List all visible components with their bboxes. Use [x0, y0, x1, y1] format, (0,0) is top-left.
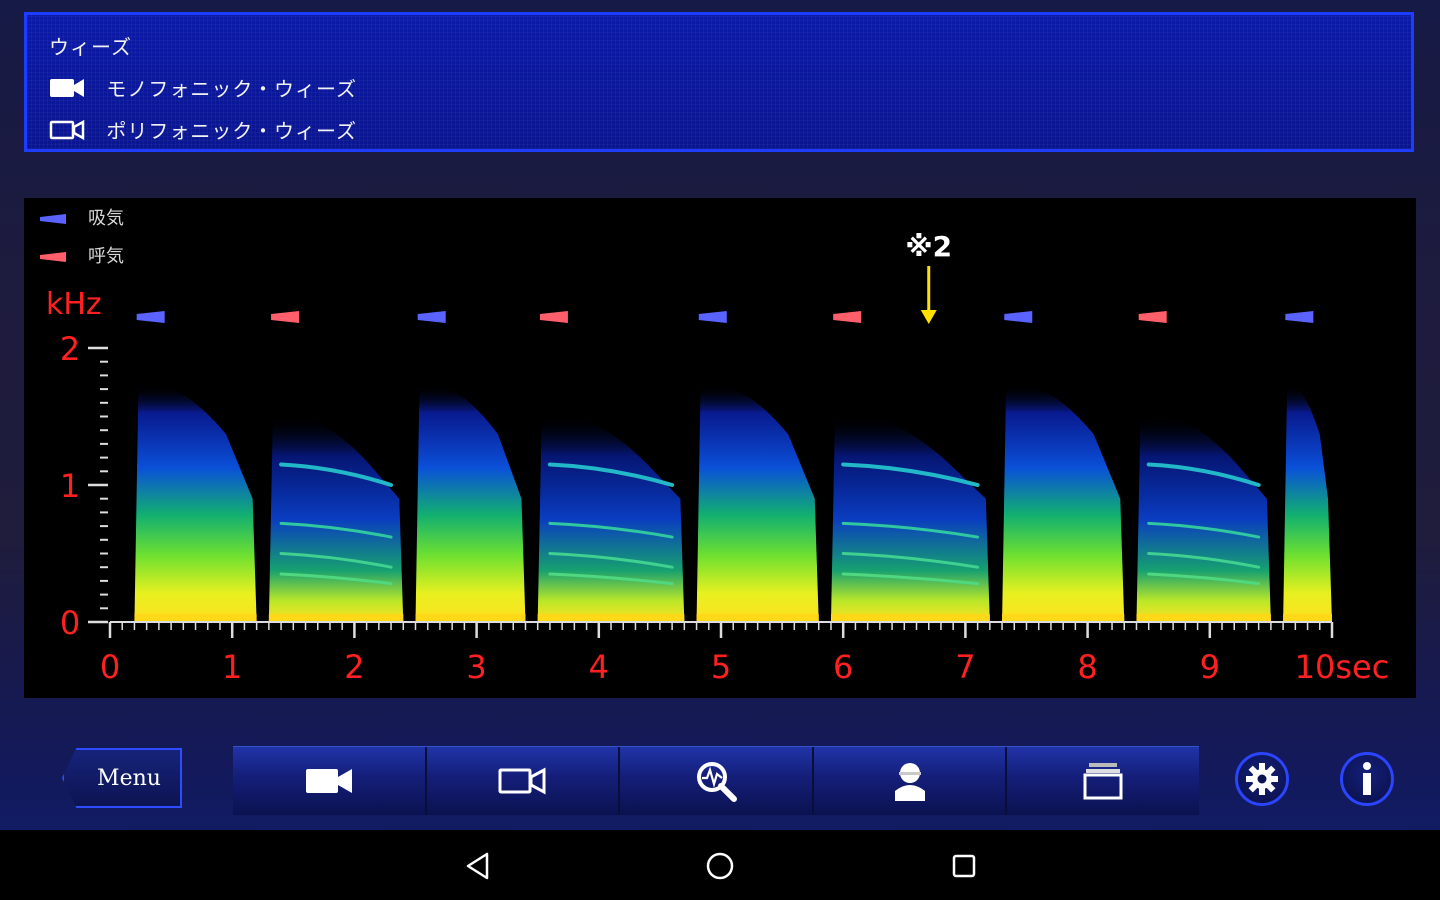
x-tick-label: 7 — [955, 648, 975, 686]
info-row-label: モノフォニック・ウィーズ — [106, 77, 357, 101]
y-tick-label: 1 — [60, 467, 80, 505]
exhale-flag-icon — [40, 252, 66, 262]
energy-floor — [268, 614, 404, 622]
legend-exhale: 呼気 — [40, 242, 124, 268]
energy-burst — [1283, 384, 1332, 622]
x-tick-label: 4 — [589, 648, 609, 686]
breath-markers — [136, 311, 1314, 323]
inhale-flag — [1004, 311, 1033, 323]
monophonic-video-button[interactable] — [233, 747, 427, 815]
energy-floor — [1002, 614, 1125, 622]
energy-burst — [134, 384, 257, 622]
home-circle-icon — [706, 852, 734, 880]
spectrogram-chart: 0 1 2 3 4 5 6 7 8 9 10sec 2 1 0 kHz ※2 — [46, 230, 1390, 686]
annotation-arrow-head — [920, 310, 937, 324]
y-unit-label: kHz — [46, 287, 102, 322]
video-camera-filled-icon — [305, 769, 352, 793]
x-tick-label: 2 — [344, 648, 364, 686]
x-tick-label: 8 — [1077, 648, 1097, 686]
energy-floor — [1283, 614, 1332, 622]
x-tick-label: 10sec — [1295, 648, 1390, 686]
y-tick-label: 2 — [60, 330, 80, 368]
zoom-waveform-button[interactable] — [620, 747, 814, 815]
x-tick-label: 0 — [100, 648, 120, 686]
x-tick-label: 9 — [1200, 648, 1220, 686]
energy-burst — [268, 414, 404, 622]
settings-button[interactable] — [1235, 752, 1289, 806]
energy-floor — [415, 614, 526, 622]
energy-burst — [537, 414, 685, 622]
energy-floor — [696, 614, 819, 622]
x-tick-label: 6 — [833, 648, 853, 686]
menu-button[interactable]: Menu — [62, 748, 182, 808]
polyphonic-video-button[interactable] — [426, 747, 621, 815]
back-triangle-icon — [466, 852, 489, 880]
energy-floor — [134, 614, 257, 622]
info-row-label: ポリフォニック・ウィーズ — [106, 119, 357, 143]
system-navigation-bar — [0, 830, 1440, 900]
annotation-label: ※2 — [905, 230, 952, 263]
window-button[interactable] — [1007, 747, 1199, 815]
spectrogram-energy — [134, 384, 1332, 622]
inhale-flag — [1285, 311, 1314, 323]
x-tick-label: 1 — [222, 648, 242, 686]
info-icon — [1363, 762, 1371, 795]
legend-exhale-label: 呼気 — [88, 246, 124, 267]
info-row-monophonic[interactable]: モノフォニック・ウィーズ — [49, 73, 357, 102]
video-camera-outline-icon — [498, 767, 546, 795]
inhale-flag-icon — [40, 214, 66, 224]
nav-recent-button[interactable] — [946, 848, 982, 884]
info-title: ウィーズ — [49, 35, 132, 59]
energy-burst — [1002, 384, 1125, 622]
energy-burst — [696, 384, 819, 622]
video-camera-outline-icon — [49, 119, 85, 140]
inhale-flag — [698, 311, 727, 323]
exhale-flag — [539, 311, 568, 323]
energy-floor — [1136, 614, 1271, 622]
nav-home-button[interactable] — [702, 848, 738, 884]
patient-button[interactable] — [813, 747, 1008, 815]
inhale-flag — [417, 311, 446, 323]
x-tick-label: 5 — [711, 648, 731, 686]
inhale-flag — [136, 311, 165, 323]
energy-burst — [415, 384, 526, 622]
annotation-marker: ※2 — [905, 230, 952, 324]
exhale-flag — [1138, 311, 1167, 323]
spectrogram-panel: 0 1 2 3 4 5 6 7 8 9 10sec 2 1 0 kHz ※2 吸気 呼気 — [24, 198, 1416, 698]
exhale-flag — [271, 311, 300, 323]
energy-burst — [1136, 414, 1271, 622]
window-icon — [1083, 763, 1123, 800]
energy-floor — [537, 614, 685, 622]
tool-strip — [233, 746, 1199, 815]
video-camera-filled-icon — [50, 78, 84, 97]
info-row-polyphonic[interactable]: ポリフォニック・ウィーズ — [49, 115, 357, 144]
person-icon — [894, 763, 925, 801]
nav-back-button[interactable] — [460, 848, 496, 884]
recent-square-icon — [952, 854, 976, 878]
menu-label: Menu — [97, 765, 161, 791]
energy-burst — [830, 414, 990, 622]
x-tick-label: 3 — [466, 648, 486, 686]
gear-icon — [1246, 763, 1278, 795]
y-tick-label: 0 — [60, 604, 80, 642]
legend-inhale-label: 吸気 — [88, 208, 124, 229]
legend-inhale: 吸気 — [40, 204, 124, 230]
info-button[interactable] — [1340, 752, 1394, 806]
energy-floor — [830, 614, 990, 622]
app-screen: ウィーズ モノフォニック・ウィーズ ポリフォニック・ウィーズ 0 1 2 3 4… — [0, 0, 1440, 900]
zoom-waveform-icon — [696, 762, 737, 802]
exhale-flag — [833, 311, 862, 323]
info-panel: ウィーズ モノフォニック・ウィーズ ポリフォニック・ウィーズ — [24, 12, 1414, 152]
